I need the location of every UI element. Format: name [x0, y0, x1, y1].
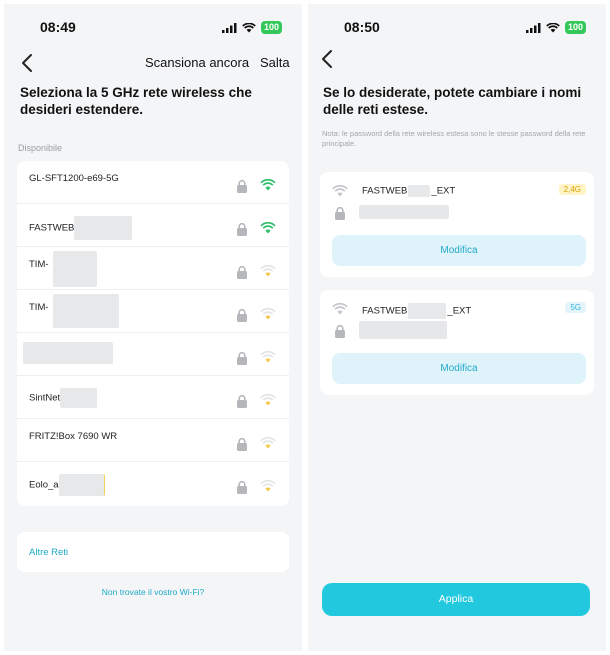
- wifi-strong-icon: [260, 179, 276, 191]
- rescan-button[interactable]: Scansiona ancora: [145, 55, 249, 70]
- lock-icon: [237, 308, 247, 322]
- network-ssid: GL-SFT1200-e69-5G: [29, 173, 119, 184]
- redacted-text: [60, 388, 98, 408]
- network-ssid: FASTWEB: [29, 216, 133, 240]
- wifi-icon: [546, 22, 560, 32]
- extended-network-card: FASTWEB _EXT 2,4G Modifica: [320, 172, 594, 277]
- page-title: Se lo desiderate, potete cambiare i nomi…: [323, 85, 582, 117]
- redacted-text: [53, 294, 119, 328]
- wifi-weak-icon: [260, 480, 276, 492]
- edit-button[interactable]: Modifica: [332, 235, 586, 266]
- status-bar: 08:50 100: [308, 4, 606, 48]
- password-field: [359, 205, 449, 219]
- network-row[interactable]: [17, 333, 289, 376]
- lock-icon: [237, 480, 247, 494]
- network-row[interactable]: TIM-: [17, 247, 289, 290]
- redacted-text: [58, 474, 105, 496]
- band-badge: 5G: [565, 302, 586, 313]
- wifi-weak-icon: [260, 351, 276, 363]
- status-icons: 100: [525, 21, 586, 34]
- wifi-strong-icon: [260, 222, 276, 234]
- network-ssid: Eolo_a: [29, 474, 105, 496]
- network-ssid: TIM-: [29, 302, 49, 313]
- lock-icon: [237, 437, 247, 451]
- redacted-text: [408, 303, 447, 319]
- password-field: [359, 321, 447, 339]
- network-row[interactable]: Eolo_a: [17, 462, 289, 505]
- network-row[interactable]: FRITZ!Box 7690 WR: [17, 419, 289, 462]
- wifi-icon: [332, 303, 348, 315]
- select-network-screen: 08:49 100 Scansiona ancora Salta Selezio…: [4, 4, 302, 651]
- extended-network-name: FASTWEB _EXT: [362, 185, 456, 197]
- rename-network-screen: 08:50 100 Se lo desiderate, potete cambi…: [308, 4, 606, 651]
- wifi-weak-icon: [260, 437, 276, 449]
- back-arrow-icon[interactable]: [318, 48, 338, 70]
- skip-button[interactable]: Salta: [260, 55, 290, 70]
- network-row[interactable]: FASTWEB: [17, 204, 289, 247]
- network-row[interactable]: TIM-: [17, 290, 289, 333]
- lock-icon: [335, 324, 345, 338]
- lock-icon: [237, 265, 247, 279]
- network-ssid: TIM-: [29, 259, 49, 270]
- extended-network-name: FASTWEB _EXT: [362, 303, 471, 319]
- wifi-icon: [242, 22, 256, 32]
- wifi-weak-icon: [260, 265, 276, 277]
- status-icons: 100: [221, 21, 282, 34]
- other-networks-card[interactable]: Altre Reti: [17, 532, 289, 572]
- signal-icon: [525, 22, 541, 33]
- lock-icon: [237, 394, 247, 408]
- network-row[interactable]: SintNet: [17, 376, 289, 419]
- wifi-weak-icon: [260, 394, 276, 406]
- back-arrow-icon[interactable]: [18, 52, 38, 74]
- section-label-available: Disponibile: [18, 143, 63, 153]
- edit-button[interactable]: Modifica: [332, 353, 586, 384]
- signal-icon: [221, 22, 237, 33]
- redacted-text: [408, 185, 431, 197]
- network-list: GL-SFT1200-e69-5G FASTWEB TIM- TIM- Sint…: [17, 161, 289, 506]
- band-badge: 2,4G: [558, 184, 586, 195]
- status-time: 08:50: [344, 19, 380, 35]
- lock-icon: [335, 206, 345, 220]
- page-title: Seleziona la 5 GHz rete wireless che des…: [20, 85, 252, 117]
- other-networks-link[interactable]: Altre Reti: [29, 547, 68, 558]
- extended-network-card: FASTWEB _EXT 5G Modifica: [320, 290, 594, 395]
- status-bar: 08:49 100: [4, 4, 302, 48]
- network-ssid: SintNet: [29, 388, 98, 408]
- password-note: Nota: le password della rete wireless es…: [322, 129, 586, 148]
- help-link[interactable]: Non trovate il vostro Wi-Fi?: [4, 587, 302, 597]
- battery-icon: 100: [260, 21, 282, 34]
- status-time: 08:49: [40, 19, 76, 35]
- wifi-icon: [332, 185, 348, 197]
- network-row[interactable]: GL-SFT1200-e69-5G: [17, 161, 289, 204]
- battery-icon: 100: [564, 21, 586, 34]
- lock-icon: [237, 222, 247, 236]
- redacted-text: [23, 342, 113, 364]
- redacted-text: [53, 251, 97, 287]
- wifi-weak-icon: [260, 308, 276, 320]
- lock-icon: [237, 179, 247, 193]
- lock-icon: [237, 351, 247, 365]
- redacted-text: [74, 216, 133, 240]
- network-ssid: FRITZ!Box 7690 WR: [29, 431, 118, 442]
- apply-button[interactable]: Applica: [322, 583, 590, 616]
